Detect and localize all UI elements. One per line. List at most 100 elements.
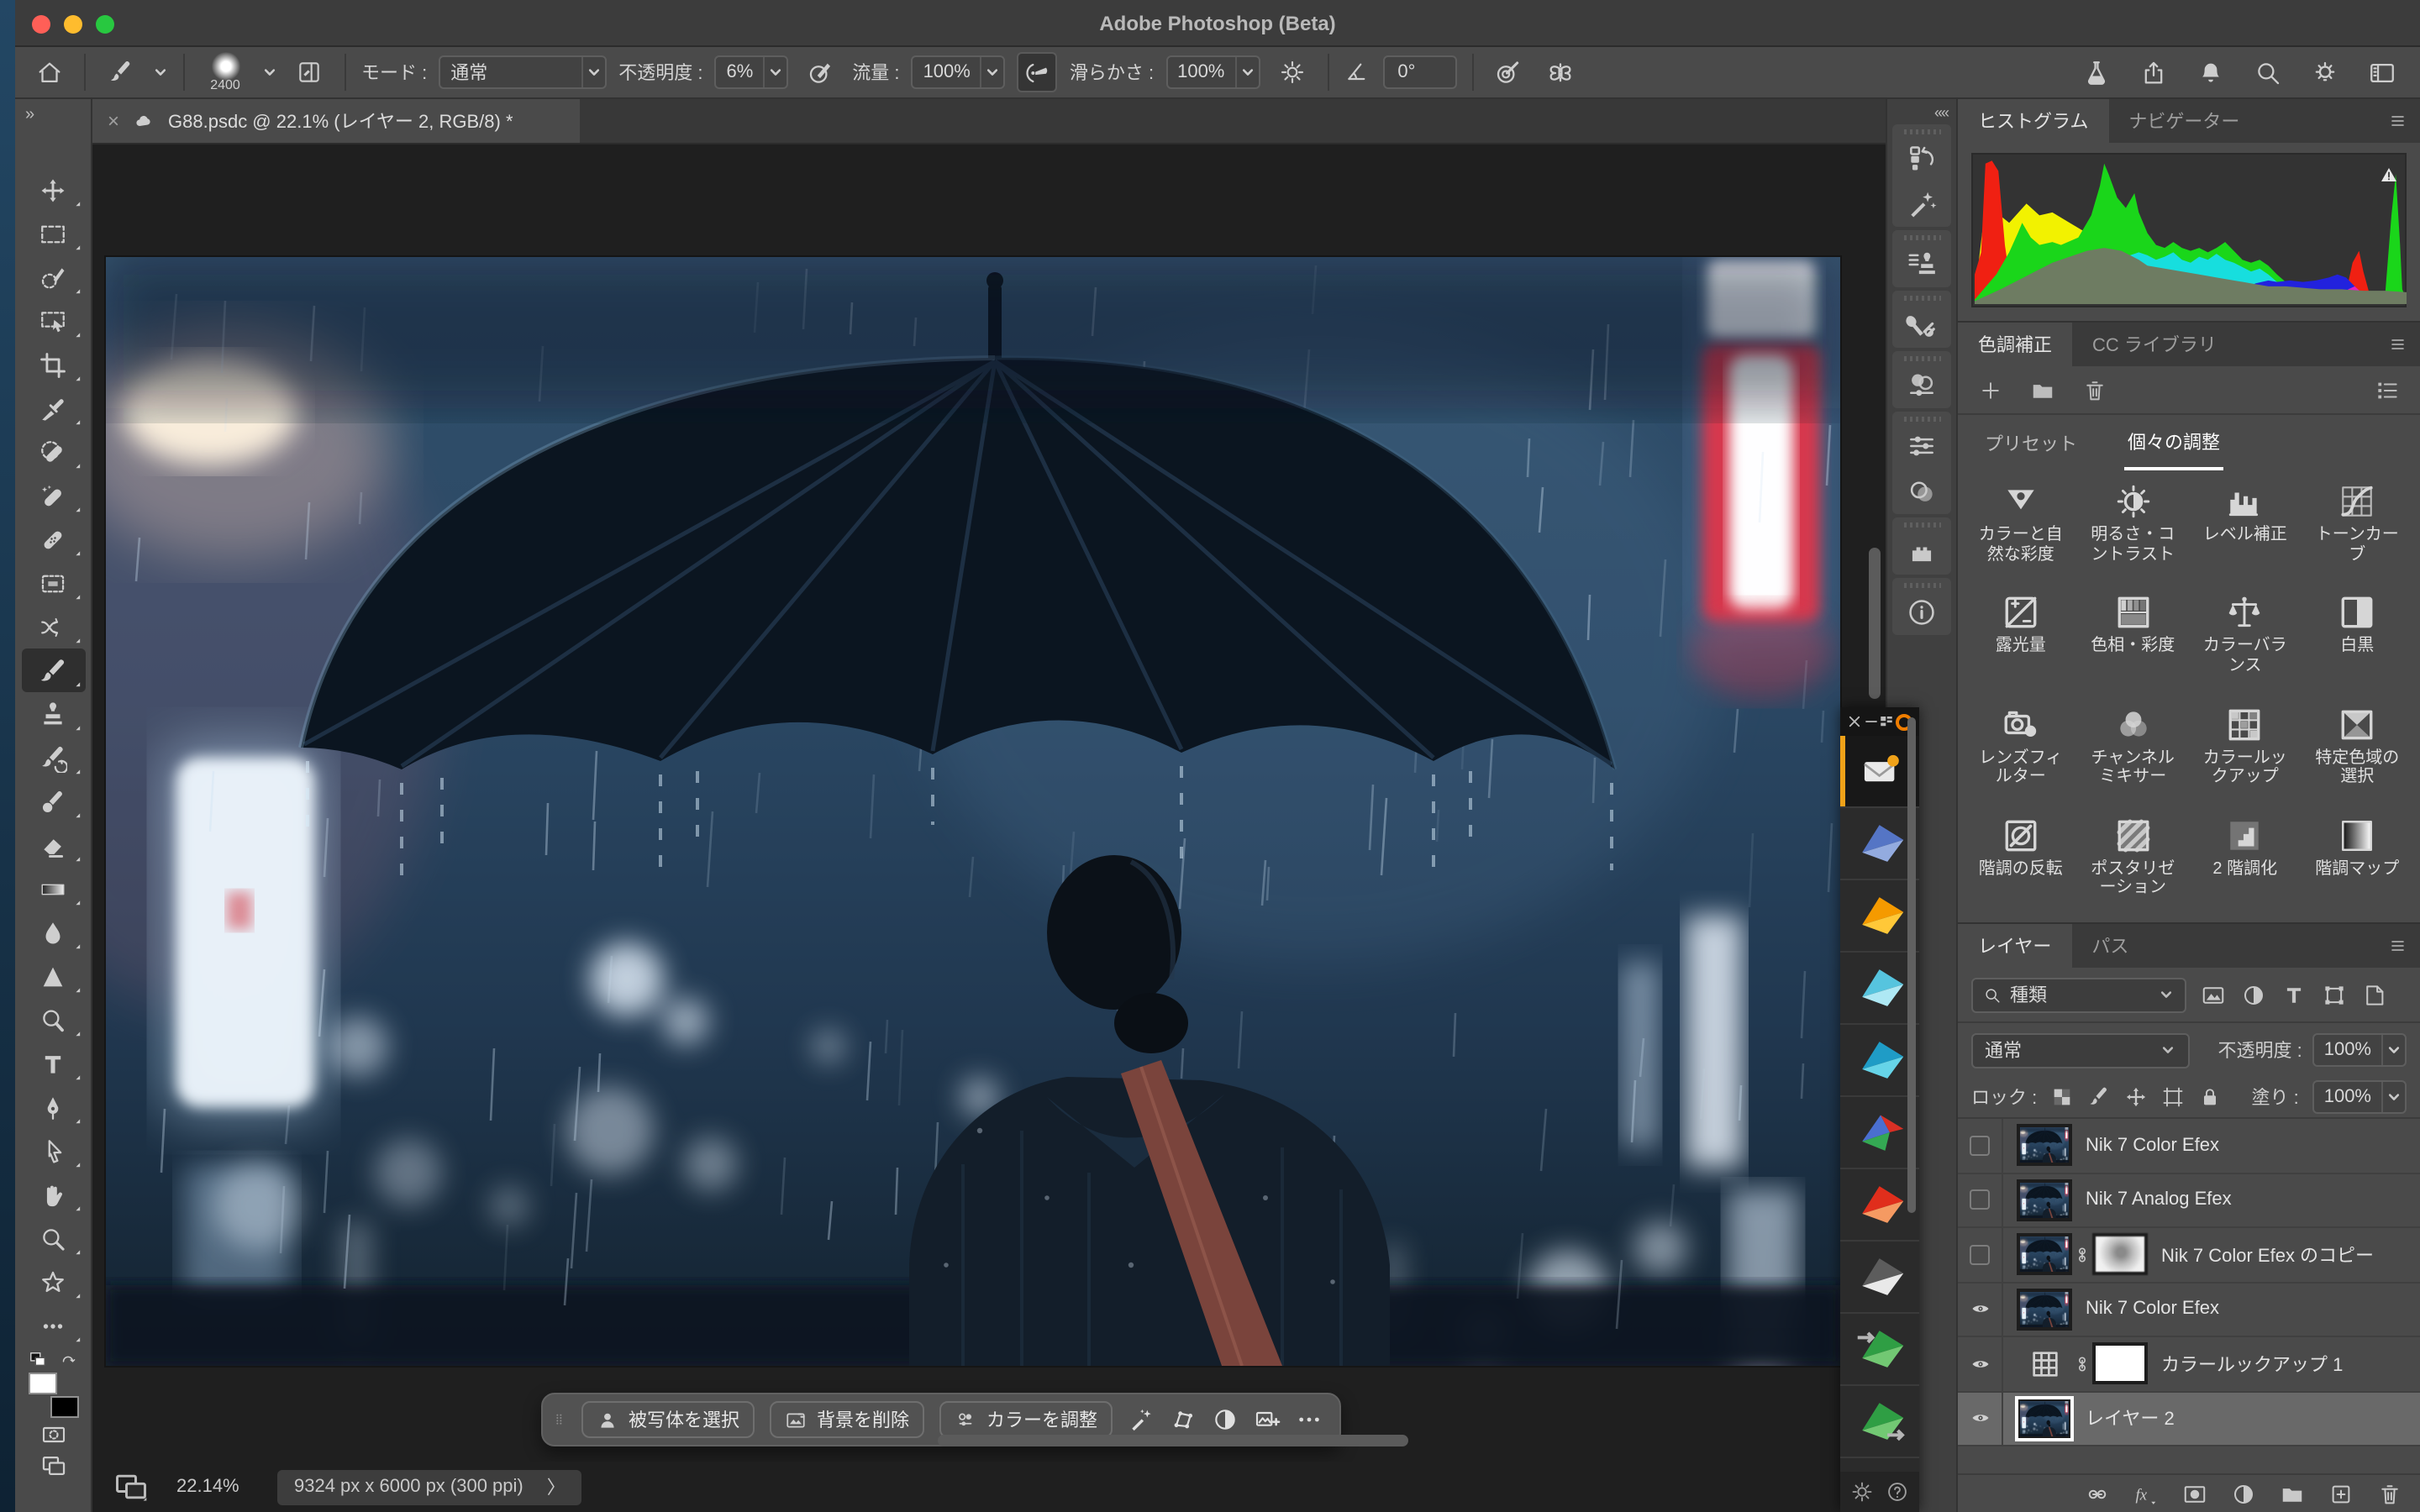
brush-settings-panel-toggle[interactable] (289, 52, 329, 92)
add-image-icon[interactable] (1254, 1406, 1281, 1433)
tool-crop[interactable] (21, 343, 85, 386)
tool-remove-tool[interactable] (21, 430, 85, 474)
generative-fill-icon[interactable] (1128, 1406, 1155, 1433)
add-adjustment-icon[interactable] (1978, 377, 2003, 402)
layer-mask-thumbnail[interactable] (2094, 1236, 2146, 1274)
zoom-level[interactable]: 22.14% (176, 1477, 254, 1497)
layer-name[interactable]: Nik 7 Color Efex (2086, 1136, 2219, 1156)
foreground-color-swatch[interactable] (28, 1373, 56, 1394)
close-icon[interactable] (1847, 714, 1862, 729)
new-group-icon[interactable] (2279, 1481, 2306, 1506)
adjustment-invert[interactable]: 階調の反転 (1965, 808, 2077, 920)
adjustment-selective[interactable]: 特定色域の 選択 (2302, 696, 2414, 808)
horizontal-scrollbar[interactable] (938, 1435, 1408, 1446)
tool-spot-healing[interactable] (21, 474, 85, 517)
layer-style-icon[interactable]: fx (2133, 1481, 2160, 1506)
layer-name[interactable]: Nik 7 Analog Efex (2086, 1190, 2232, 1210)
screen-mode-button[interactable] (34, 1452, 71, 1480)
adjustment-levels[interactable]: レベル補正 (2189, 474, 2302, 585)
discover-icon[interactable] (2311, 58, 2339, 87)
subtab-single-adjustments[interactable]: 個々の調整 (2124, 416, 2223, 470)
version-history-icon[interactable] (1906, 143, 1938, 175)
layer-name[interactable]: Nik 7 Color Efex のコピー (2161, 1242, 2374, 1268)
panel-menu-icon[interactable] (2388, 111, 2410, 131)
tool-marquee[interactable] (21, 212, 85, 255)
screen-layout-icon[interactable] (109, 1468, 153, 1505)
more-options-icon[interactable] (1296, 1406, 1323, 1433)
nik-scrollbar[interactable] (1907, 717, 1916, 1213)
filter-pixel-layers-icon[interactable] (2200, 982, 2227, 1007)
tool-blur[interactable] (21, 911, 85, 954)
document-tab[interactable]: × G88.psdc @ 22.1% (レイヤー 2, RGB/8) * (92, 99, 580, 143)
tool-object-selection[interactable] (21, 299, 85, 343)
lock-position-icon[interactable] (2124, 1085, 2148, 1109)
delete-layer-icon[interactable] (2376, 1481, 2403, 1506)
layer-name[interactable]: Nik 7 Color Efex (2086, 1299, 2219, 1320)
tool-mixer-brush[interactable] (21, 780, 85, 823)
tool-path-selection[interactable] (21, 1129, 85, 1173)
color-mixer-icon[interactable] (1906, 370, 1938, 402)
lock-all-icon[interactable] (2198, 1085, 2222, 1109)
adjustment-gradmap[interactable]: 階調マップ (2302, 808, 2414, 920)
tool-type[interactable] (21, 1042, 85, 1085)
canvas-image[interactable] (106, 257, 1840, 1366)
tool-content-aware-move[interactable] (21, 605, 85, 648)
brush-preset-picker[interactable]: 2400 (200, 52, 250, 92)
smoothing-options-button[interactable] (1271, 52, 1312, 92)
layer-thumbnail[interactable] (2018, 1126, 2070, 1165)
layer-thumbnail[interactable] (2018, 1181, 2070, 1220)
add-mask-icon[interactable] (2181, 1481, 2208, 1506)
transform-icon[interactable] (1170, 1406, 1197, 1433)
filter-adjustment-layers-icon[interactable] (2240, 982, 2267, 1007)
tab-navigator[interactable]: ナビゲーター (2108, 99, 2260, 143)
delete-icon[interactable] (2082, 377, 2107, 402)
tool-preset-button[interactable] (101, 52, 141, 92)
layer-row[interactable]: Nik 7 Color Efex のコピー (1958, 1228, 2420, 1283)
layer-thumbnail[interactable] (2018, 1399, 2070, 1438)
tab-histogram[interactable]: ヒストグラム (1958, 99, 2108, 143)
airbrush-toggle[interactable] (1018, 52, 1058, 92)
lock-artboard-icon[interactable] (2161, 1085, 2185, 1109)
list-view-icon[interactable] (2375, 377, 2400, 402)
minimize-window-button[interactable] (64, 14, 82, 33)
adjustment-balance[interactable]: カラーバラ ンス (2189, 585, 2302, 697)
adjustment-posterize[interactable]: ポスタリゼ ーション (2077, 808, 2190, 920)
visibility-toggle[interactable] (1958, 1119, 2003, 1172)
tool-gradient[interactable] (21, 867, 85, 911)
adjustment-bright[interactable]: 明るさ・コ ントラスト (2077, 474, 2190, 585)
close-window-button[interactable] (32, 14, 50, 33)
mask-link-icon[interactable] (2072, 1242, 2092, 1268)
adjustment-lookup[interactable]: カラールッ クアップ (2189, 696, 2302, 808)
visibility-toggle[interactable] (1958, 1173, 2003, 1226)
adjust-colors-button[interactable]: カラーを調整 (939, 1401, 1113, 1438)
task-bar-handle[interactable] (553, 1401, 566, 1438)
nik-help-icon[interactable] (1886, 1480, 1910, 1504)
adjustment-vibrance[interactable]: カラーと自 然な彩度 (1965, 474, 2077, 585)
filter-type-layers-icon[interactable] (2281, 982, 2307, 1007)
lock-pixels-icon[interactable] (2087, 1085, 2111, 1109)
pressure-size-toggle[interactable] (1488, 52, 1528, 92)
link-layers-icon[interactable] (2084, 1481, 2111, 1506)
layout-icon[interactable] (1880, 714, 1895, 729)
tool-eyedropper[interactable] (21, 386, 85, 430)
layer-thumbnail[interactable] (2018, 1290, 2070, 1329)
tool-move[interactable] (21, 168, 85, 212)
layer-mask-thumbnail[interactable] (2094, 1345, 2146, 1383)
visibility-toggle[interactable] (1958, 1228, 2003, 1281)
layer-row[interactable]: Nik 7 Color Efex (1958, 1283, 2420, 1337)
tab-adjustments[interactable]: 色調補正 (1958, 323, 2072, 366)
lock-transparency-icon[interactable] (2050, 1085, 2074, 1109)
smoothing-input[interactable]: 100% (1165, 55, 1260, 89)
quick-mask-button[interactable] (34, 1421, 71, 1448)
select-subject-button[interactable]: 被写体を選択 (581, 1401, 755, 1438)
tool-patch[interactable] (21, 561, 85, 605)
share-icon[interactable] (2139, 58, 2168, 87)
symmetry-button[interactable] (1540, 52, 1581, 92)
zoom-window-button[interactable] (96, 14, 114, 33)
tool-history-brush[interactable] (21, 736, 85, 780)
tool-dodge[interactable] (21, 998, 85, 1042)
tool-pen[interactable] (21, 1085, 85, 1129)
layer-blend-mode-select[interactable]: 通常 (1971, 1032, 2190, 1068)
nik-settings-icon[interactable] (1850, 1480, 1874, 1504)
document-info[interactable]: 9324 px x 6000 px (300 ppi) 〉 (277, 1469, 582, 1504)
